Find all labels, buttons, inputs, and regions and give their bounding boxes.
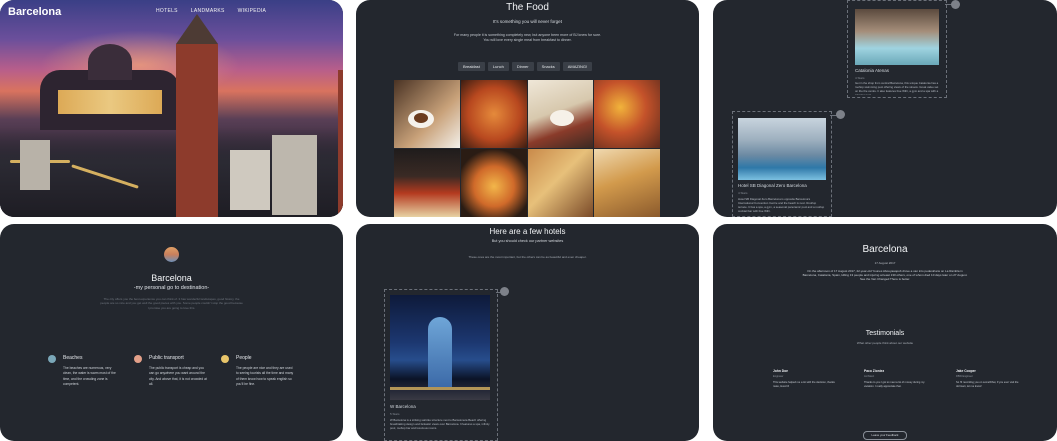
drag-handle[interactable] xyxy=(500,287,509,296)
tab-snacks[interactable]: Snacks xyxy=(536,62,560,71)
venetian-tower-2 xyxy=(338,70,343,217)
palace-illustration xyxy=(40,44,180,130)
building xyxy=(230,150,270,210)
food-photo-seafood[interactable] xyxy=(460,80,527,148)
testimonial-text: Thanks to you I got to meet a lot of mon… xyxy=(864,381,925,388)
story-card: Barcelona 17 August 2017 On the afternoo… xyxy=(713,224,1057,441)
food-photo-churros[interactable] xyxy=(594,149,660,217)
food-photo-breakfast[interactable] xyxy=(394,80,460,148)
building xyxy=(272,135,317,215)
about-title: Barcelona xyxy=(151,273,192,283)
venetian-tower xyxy=(176,14,218,217)
testimonial-role: Engineer xyxy=(773,375,784,378)
hotels-title: Here are a few hotels xyxy=(489,227,566,236)
hotel-name: Hotel SB Diagonal Zero Barcelona xyxy=(738,183,807,188)
drag-handle[interactable] xyxy=(836,110,845,119)
testimonial-name: Paco Zioniez xyxy=(864,369,885,373)
food-photo-paella[interactable] xyxy=(460,149,527,217)
feedback-button[interactable]: Leave your Feedback xyxy=(863,431,907,440)
food-photo-market[interactable] xyxy=(594,80,660,148)
hero-card: Barcelona HOTELS LANDMARKS WIKIPEDIA xyxy=(0,0,343,217)
hotel-description: Get in the shop from central Barcelona, … xyxy=(855,81,939,95)
feature-title: People xyxy=(236,355,252,361)
people-icon xyxy=(221,355,229,363)
beach-icon xyxy=(48,355,56,363)
testimonials-subtitle: What other people think about our websit… xyxy=(856,341,914,345)
about-subtitle: -my personal go to destination- xyxy=(133,285,210,291)
story-text: On the afternoon of 17 August 2017, 22-y… xyxy=(802,269,968,281)
story-date: 17 August 2017 xyxy=(874,261,896,265)
feature-text: The people are nice and they are used to… xyxy=(236,366,294,387)
testimonial-text: This website helped me a lot with the de… xyxy=(773,381,835,388)
hotel-stars: 4 Stars xyxy=(855,76,865,80)
hotel-photo xyxy=(855,9,939,65)
food-title: The Food xyxy=(506,2,549,13)
food-description: For many people it is something complete… xyxy=(356,33,699,43)
testimonial-name: John Doe xyxy=(773,369,789,373)
brand-logo[interactable]: Barcelona xyxy=(8,6,61,18)
hotels-upper-card: Catalonia Atenas 4 Stars Get in the shop… xyxy=(713,0,1057,217)
tab-lunch[interactable]: Lunch xyxy=(487,62,509,71)
hotel-card[interactable]: Hotel SB Diagonal Zero Barcelona 4 Stars… xyxy=(732,111,832,217)
food-photo-tapas[interactable] xyxy=(527,149,594,217)
testimonial-name: Jake Cooper xyxy=(956,369,976,373)
testimonial-role: FBW Engineer xyxy=(956,375,973,378)
testimonial: John Doe Engineer This website helped me… xyxy=(773,369,839,389)
hotel-photo xyxy=(390,295,490,400)
palace-lights xyxy=(58,90,162,114)
top-nav: HOTELS LANDMARKS WIKIPEDIA xyxy=(156,8,266,14)
hotel-photo xyxy=(738,118,826,180)
hotel-stars: 5 Stars xyxy=(390,412,400,416)
nav-item-hotels[interactable]: HOTELS xyxy=(156,8,178,14)
feature-text: The public transport is cheap and you ca… xyxy=(149,366,207,387)
hotel-stars: 4 Stars xyxy=(738,191,748,195)
hotel-name: W Barcelona xyxy=(390,404,416,409)
food-card: The Food It's something you will never f… xyxy=(356,0,699,217)
testimonial: Jake Cooper FBW Engineer So I'll recordi… xyxy=(956,369,1022,389)
hotels-subtitle: But you should check our partner website… xyxy=(491,239,564,243)
hotel-card[interactable]: Catalonia Atenas 4 Stars Get in the shop… xyxy=(847,0,947,98)
food-tabs: Breakfast Lunch Dinner Snacks AMAZING! xyxy=(458,62,593,71)
food-description-line: You will love every single meal from bre… xyxy=(483,38,572,42)
about-description: The city offers you the best experience … xyxy=(100,297,243,310)
hotels-description: These ones are the most important, but t… xyxy=(468,255,587,259)
building xyxy=(20,140,50,190)
bus-icon xyxy=(134,355,142,363)
nav-item-wikipedia[interactable]: WIKIPEDIA xyxy=(238,8,267,14)
testimonial: Paco Zioniez Architect Thanks to you I g… xyxy=(864,369,930,389)
tab-dinner[interactable]: Dinner xyxy=(511,62,534,71)
food-photo-sandwich[interactable] xyxy=(394,149,460,217)
tab-amazing[interactable]: AMAZING! xyxy=(562,62,593,71)
hotel-description: W Barcelona is a striking sail-like stru… xyxy=(390,418,490,430)
food-photo-dinner[interactable] xyxy=(527,80,594,148)
hotel-card[interactable]: W Barcelona 5 Stars W Barcelona is a str… xyxy=(384,289,498,441)
feature-text: The beaches are numerous, very clean, th… xyxy=(63,366,116,387)
drag-handle[interactable] xyxy=(951,0,960,9)
tab-breakfast[interactable]: Breakfast xyxy=(458,62,485,71)
avatar xyxy=(164,247,179,262)
hotels-lower-card: Here are a few hotels But you should che… xyxy=(356,224,699,441)
food-subtitle: It's something you will never forget xyxy=(493,19,562,24)
story-title: Barcelona xyxy=(862,244,908,255)
testimonial-role: Architect xyxy=(864,375,875,378)
about-card: Barcelona -my personal go to destination… xyxy=(0,224,343,441)
feature-title: Public transport xyxy=(149,355,184,361)
nav-item-landmarks[interactable]: LANDMARKS xyxy=(191,8,225,14)
palace-dome xyxy=(88,44,132,80)
hotel-description: Hotel SB Diagonal Zero Barcelona is oppo… xyxy=(738,197,825,213)
hotel-name: Catalonia Atenas xyxy=(855,68,890,73)
testimonial-text: So I'll recording you on someWhat, If yo… xyxy=(956,381,1019,388)
food-gallery xyxy=(394,80,660,217)
feature-title: Beaches xyxy=(63,355,83,361)
testimonials-title: Testimonials xyxy=(865,330,905,337)
